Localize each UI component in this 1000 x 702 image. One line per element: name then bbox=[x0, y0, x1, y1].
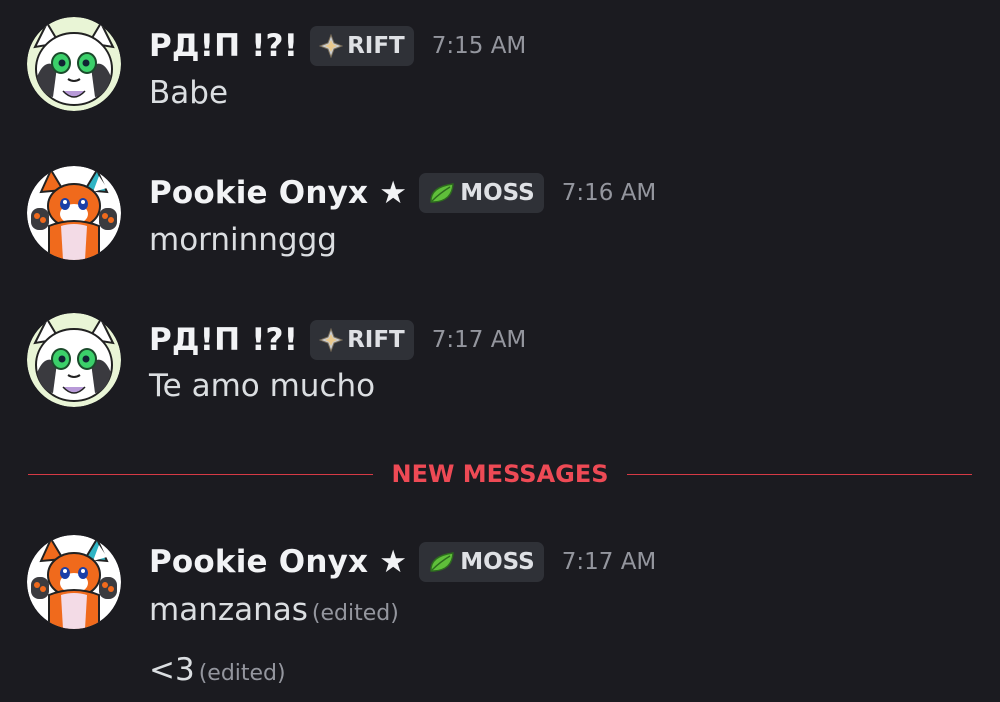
edited-label: (edited) bbox=[311, 601, 399, 626]
message-text: Te amo mucho bbox=[149, 368, 376, 404]
chat-messages: РД!П !?! RIFT 7:15 AM Babe Pookie Onyx ★… bbox=[0, 0, 1000, 702]
username[interactable]: Pookie Onyx ★ bbox=[149, 544, 407, 580]
avatar[interactable] bbox=[27, 166, 121, 260]
avatar[interactable] bbox=[27, 17, 121, 111]
guild-tag-label: RIFT bbox=[347, 33, 405, 59]
message-content: manzanas (edited) bbox=[149, 592, 399, 628]
new-messages-divider: NEW MESSAGES bbox=[28, 456, 972, 492]
timestamp[interactable]: 7:15 AM bbox=[432, 33, 527, 59]
message-text: Babe bbox=[149, 75, 229, 111]
username[interactable]: РД!П !?! bbox=[149, 322, 298, 358]
guild-tag[interactable]: RIFT bbox=[310, 26, 414, 66]
timestamp[interactable]: 7:16 AM bbox=[562, 180, 657, 206]
message-content: Te amo mucho bbox=[149, 368, 375, 404]
timestamp[interactable]: 7:17 AM bbox=[562, 549, 657, 575]
message-header: РД!П !?! RIFT 7:17 AM bbox=[149, 318, 526, 362]
guild-tag-label: RIFT bbox=[347, 327, 405, 353]
guild-tag[interactable]: RIFT bbox=[310, 320, 414, 360]
timestamp[interactable]: 7:17 AM bbox=[432, 327, 527, 353]
username[interactable]: Pookie Onyx ★ bbox=[149, 175, 407, 211]
edited-label: (edited) bbox=[198, 661, 286, 686]
message-header: Pookie Onyx ★ MOSS 7:16 AM bbox=[149, 171, 656, 215]
guild-tag[interactable]: MOSS bbox=[419, 542, 544, 582]
message-text: <3 bbox=[149, 652, 195, 688]
username[interactable]: РД!П !?! bbox=[149, 28, 298, 64]
message-text: morninnggg bbox=[149, 222, 337, 258]
avatar[interactable] bbox=[27, 313, 121, 407]
rift-sparkle-icon bbox=[319, 34, 343, 58]
new-messages-label: NEW MESSAGES bbox=[391, 460, 609, 488]
message-content: <3 (edited) bbox=[149, 652, 286, 688]
message-text: manzanas bbox=[149, 592, 308, 628]
message-header: Pookie Onyx ★ MOSS 7:17 AM bbox=[149, 540, 656, 584]
leaf-icon bbox=[428, 550, 456, 574]
rift-sparkle-icon bbox=[319, 328, 343, 352]
divider-line bbox=[626, 473, 972, 475]
guild-tag-label: MOSS bbox=[460, 180, 535, 206]
message-header: РД!П !?! RIFT 7:15 AM bbox=[149, 24, 526, 68]
guild-tag-label: MOSS bbox=[460, 549, 535, 575]
leaf-icon bbox=[428, 181, 456, 205]
message-content: Babe bbox=[149, 75, 228, 111]
message-content: morninnggg bbox=[149, 222, 337, 258]
avatar[interactable] bbox=[27, 535, 121, 629]
guild-tag[interactable]: MOSS bbox=[419, 173, 544, 213]
divider-line bbox=[28, 473, 374, 475]
